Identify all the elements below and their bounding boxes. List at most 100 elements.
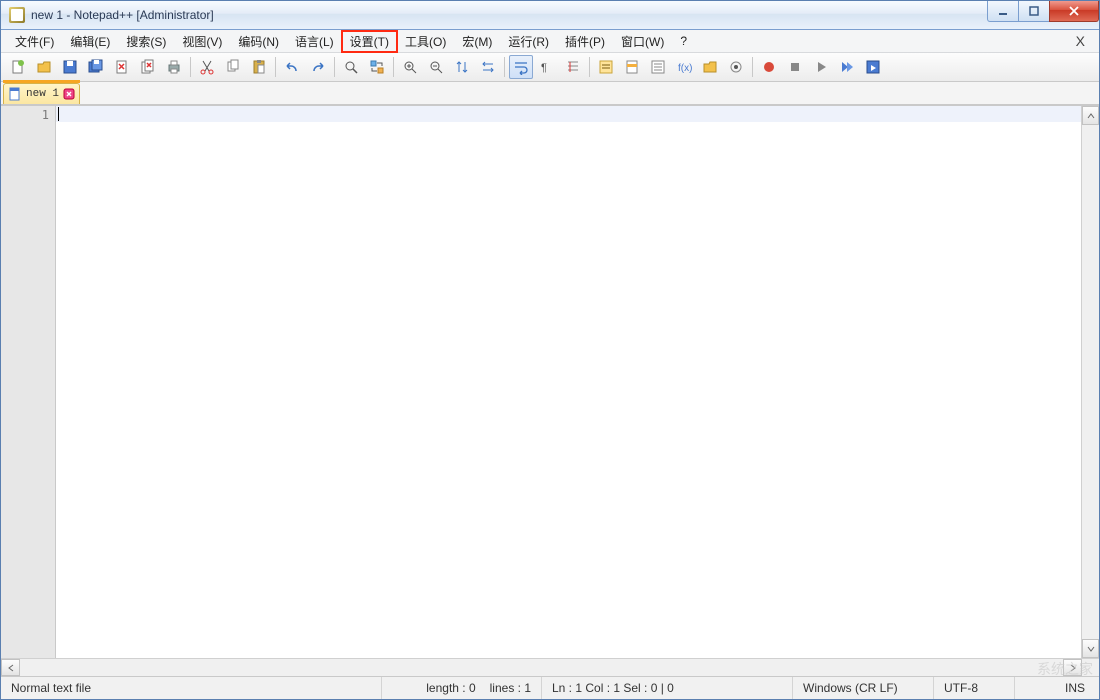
redo-icon <box>310 59 326 75</box>
undo-icon <box>284 59 300 75</box>
title-bar[interactable]: new 1 - Notepad++ [Administrator] <box>1 1 1099 30</box>
tb-zoom-in[interactable] <box>398 55 422 79</box>
toolbar-separator <box>334 57 335 77</box>
tb-close-all[interactable] <box>136 55 160 79</box>
maximize-button[interactable] <box>1018 1 1050 22</box>
app-icon <box>9 7 25 23</box>
cut-icon <box>199 59 215 75</box>
menu-window[interactable]: 窗口(W) <box>613 31 672 52</box>
menu-encoding[interactable]: 编码(N) <box>230 31 287 52</box>
tb-sync-h[interactable] <box>476 55 500 79</box>
find-icon <box>343 59 359 75</box>
tb-func-list[interactable]: f(x) <box>672 55 696 79</box>
tb-stop-macro[interactable] <box>783 55 807 79</box>
indent-guide-icon <box>565 59 581 75</box>
save-all-icon <box>88 59 104 75</box>
play-multi-icon <box>839 59 855 75</box>
tb-new[interactable] <box>6 55 30 79</box>
document-icon <box>8 87 22 101</box>
tb-save-all[interactable] <box>84 55 108 79</box>
status-insert-mode[interactable]: INS <box>1015 677 1099 699</box>
menu-edit[interactable]: 编辑(E) <box>62 31 118 52</box>
zoom-in-icon <box>402 59 418 75</box>
tb-sync-v[interactable] <box>450 55 474 79</box>
new-file-icon <box>10 59 26 75</box>
tb-play-multi[interactable] <box>835 55 859 79</box>
folder-icon <box>702 59 718 75</box>
stop-icon <box>787 59 803 75</box>
menu-language[interactable]: 语言(L) <box>287 31 342 52</box>
maximize-icon <box>1028 5 1040 17</box>
doc-map-icon <box>624 59 640 75</box>
text-caret <box>58 107 59 121</box>
scroll-track[interactable] <box>1082 125 1099 639</box>
scroll-right-button[interactable] <box>1063 659 1082 676</box>
tab-close-icon[interactable] <box>63 88 75 100</box>
tb-word-wrap[interactable] <box>509 55 533 79</box>
menu-close-doc[interactable]: X <box>1068 33 1093 49</box>
toolbar-separator <box>190 57 191 77</box>
tb-find[interactable] <box>339 55 363 79</box>
monitor-icon <box>728 59 744 75</box>
menu-tools[interactable]: 工具(O) <box>397 31 454 52</box>
tb-show-all[interactable]: ¶ <box>535 55 559 79</box>
tb-redo[interactable] <box>306 55 330 79</box>
status-lines: lines : 1 <box>490 681 531 695</box>
status-position: Ln : 1 Col : 1 Sel : 0 | 0 <box>542 677 793 699</box>
svg-text:f(x): f(x) <box>678 63 692 74</box>
print-icon <box>166 59 182 75</box>
tb-record-macro[interactable] <box>757 55 781 79</box>
vertical-scrollbar[interactable] <box>1081 106 1099 658</box>
tb-play-macro[interactable] <box>809 55 833 79</box>
line-number-gutter: 1 <box>1 106 56 658</box>
tb-udl[interactable] <box>594 55 618 79</box>
menu-view[interactable]: 视图(V) <box>174 31 230 52</box>
status-length-lines: length : 0 lines : 1 <box>382 677 542 699</box>
sync-scroll-icon <box>454 59 470 75</box>
scroll-track-h[interactable] <box>20 659 1063 676</box>
current-line-highlight <box>56 106 1081 122</box>
text-editor[interactable] <box>56 106 1081 658</box>
status-eol[interactable]: Windows (CR LF) <box>793 677 934 699</box>
menu-macro[interactable]: 宏(M) <box>454 31 500 52</box>
close-all-icon <box>140 59 156 75</box>
horizontal-scrollbar[interactable] <box>1 658 1099 676</box>
tb-copy[interactable] <box>221 55 245 79</box>
menu-plugins[interactable]: 插件(P) <box>557 31 613 52</box>
tb-cut[interactable] <box>195 55 219 79</box>
menu-run[interactable]: 运行(R) <box>500 31 557 52</box>
toolbar-separator <box>275 57 276 77</box>
close-button[interactable] <box>1049 1 1099 22</box>
tb-undo[interactable] <box>280 55 304 79</box>
menu-settings[interactable]: 设置(T) <box>342 31 397 52</box>
tb-monitor[interactable] <box>724 55 748 79</box>
tb-print[interactable] <box>162 55 186 79</box>
tb-close[interactable] <box>110 55 134 79</box>
tb-doc-list[interactable] <box>646 55 670 79</box>
tb-indent[interactable] <box>561 55 585 79</box>
toolbar-separator <box>393 57 394 77</box>
tb-doc-map[interactable] <box>620 55 644 79</box>
play-icon <box>813 59 829 75</box>
status-encoding[interactable]: UTF-8 <box>934 677 1015 699</box>
tb-save-macro[interactable] <box>861 55 885 79</box>
menu-help[interactable]: ? <box>672 32 695 50</box>
tb-folder[interactable] <box>698 55 722 79</box>
tab-new-1[interactable]: new 1 <box>3 83 80 104</box>
tb-paste[interactable] <box>247 55 271 79</box>
svg-text:¶: ¶ <box>541 62 547 74</box>
record-icon <box>761 59 777 75</box>
menu-file[interactable]: 文件(F) <box>7 31 62 52</box>
minimize-button[interactable] <box>987 1 1019 22</box>
tb-replace[interactable] <box>365 55 389 79</box>
scroll-left-button[interactable] <box>1 659 20 676</box>
window-controls <box>988 1 1099 21</box>
word-wrap-icon <box>513 59 529 75</box>
scroll-up-button[interactable] <box>1082 106 1099 125</box>
toolbar-separator <box>504 57 505 77</box>
menu-search[interactable]: 搜索(S) <box>118 31 174 52</box>
tb-save[interactable] <box>58 55 82 79</box>
scroll-down-button[interactable] <box>1082 639 1099 658</box>
tb-open[interactable] <box>32 55 56 79</box>
tb-zoom-out[interactable] <box>424 55 448 79</box>
